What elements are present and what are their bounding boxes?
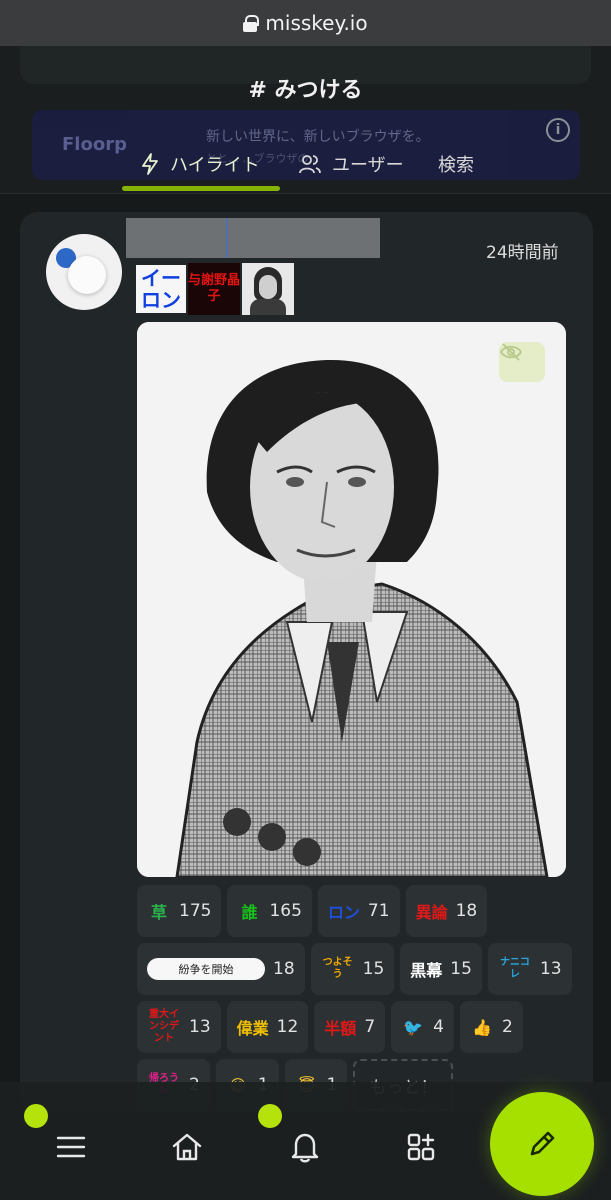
info-icon[interactable]: i xyxy=(546,118,570,142)
reaction-button[interactable]: 異論 18 xyxy=(405,885,488,937)
reaction-button[interactable]: 草 175 xyxy=(137,885,222,937)
reaction-emoji: ナニコレ xyxy=(499,957,530,980)
reaction-button[interactable]: ナニコレ 13 xyxy=(487,943,572,995)
users-icon xyxy=(299,155,321,174)
reaction-count: 71 xyxy=(367,901,390,921)
avatar[interactable] xyxy=(46,234,122,310)
avatar-face xyxy=(68,256,106,294)
menu-icon xyxy=(56,1136,86,1158)
note-timestamp[interactable]: 24時間前 xyxy=(486,238,559,263)
menu-notification-dot xyxy=(24,1104,48,1128)
notifications-button[interactable] xyxy=(278,1120,332,1174)
reaction-count: 13 xyxy=(539,959,562,979)
reaction-count: 7 xyxy=(364,1017,376,1037)
note-image[interactable] xyxy=(137,322,566,877)
reaction-emoji: 異論 xyxy=(415,903,448,922)
widgets-icon xyxy=(407,1133,435,1161)
reaction-button[interactable]: 👍 2 xyxy=(459,1001,523,1053)
bell-icon xyxy=(291,1133,319,1163)
eye-off-icon xyxy=(499,343,523,361)
banner-text: 新しい世界に、新しいブラウザを。 xyxy=(206,129,430,145)
pencil-icon xyxy=(530,1131,555,1156)
custom-emoji-title: 与謝野晶子 xyxy=(188,263,240,315)
note-text-emojis: イーロン 与謝野晶子 xyxy=(136,262,294,316)
reaction-emoji: 誰 xyxy=(241,903,258,922)
tab-bar: ハイライト ユーザー 検索 xyxy=(0,144,611,192)
widgets-button[interactable] xyxy=(394,1120,448,1174)
reaction-emoji: つよそう xyxy=(322,957,353,980)
reaction-button[interactable]: 🐦 4 xyxy=(391,1001,454,1053)
lock-icon xyxy=(243,15,260,32)
note-card[interactable]: 24時間前 イーロン 与謝野晶子 草 175 誰 165 ロン 71 異論 18… xyxy=(20,212,593,1112)
reaction-button[interactable]: ロン 71 xyxy=(317,885,400,937)
reaction-button[interactable]: 偉業 12 xyxy=(226,1001,309,1053)
reaction-emoji: 🐦 xyxy=(403,1017,424,1037)
reaction-count: 13 xyxy=(189,1017,211,1037)
reaction-count: 15 xyxy=(362,959,385,979)
reaction-count: 12 xyxy=(276,1017,299,1037)
browser-url-bar[interactable]: misskey.io xyxy=(0,0,611,46)
reaction-button[interactable]: つよそう 15 xyxy=(310,943,395,995)
reaction-button[interactable]: 半額 7 xyxy=(314,1001,386,1053)
tab-users[interactable]: ユーザー xyxy=(298,144,404,184)
reaction-button[interactable]: 誰 165 xyxy=(227,885,312,937)
reaction-button[interactable]: 紛争を開始 18 xyxy=(137,943,305,995)
menu-button[interactable] xyxy=(44,1120,98,1174)
portrait-sketch xyxy=(137,322,566,877)
custom-emoji-name: イーロン xyxy=(136,265,186,313)
custom-emoji-portrait xyxy=(242,263,294,315)
reaction-count: 4 xyxy=(433,1017,444,1037)
tab-label: ハイライト xyxy=(170,155,260,176)
url-text: misskey.io xyxy=(265,11,368,35)
notification-dot xyxy=(258,1104,282,1128)
reaction-count: 18 xyxy=(273,959,295,979)
active-tab-indicator xyxy=(122,186,280,191)
reaction-emoji: ロン xyxy=(327,903,360,922)
home-icon xyxy=(172,1133,202,1161)
tab-highlight[interactable]: ハイライト xyxy=(140,144,260,184)
reaction-emoji: 半額 xyxy=(324,1019,357,1038)
compose-button[interactable] xyxy=(490,1092,594,1196)
page-title: # みつける xyxy=(248,78,363,103)
reaction-emoji: 草 xyxy=(150,903,167,922)
reaction-count: 2 xyxy=(501,1017,513,1037)
reaction-button[interactable]: 重大インシデント 13 xyxy=(137,1001,221,1053)
reaction-count: 165 xyxy=(269,901,302,921)
reaction-emoji: 👍 xyxy=(472,1017,492,1037)
hide-media-button[interactable] xyxy=(499,342,545,382)
home-button[interactable] xyxy=(160,1120,214,1174)
reaction-emoji: 偉業 xyxy=(236,1019,269,1038)
tab-search[interactable]: 検索 xyxy=(438,144,474,184)
tab-label: 検索 xyxy=(438,155,474,176)
redacted-username[interactable] xyxy=(126,218,380,258)
tab-label: ユーザー xyxy=(332,155,404,176)
reaction-count: 175 xyxy=(179,901,212,921)
reaction-button[interactable]: 黒幕 15 xyxy=(400,943,482,995)
bolt-icon xyxy=(142,153,158,175)
reaction-count: 18 xyxy=(455,901,478,921)
reaction-emoji: 黒幕 xyxy=(410,961,443,980)
page-header: # みつける Floorp 新しい世界に、新しいブラウザを。 とと… …ブラウザ… xyxy=(0,46,611,194)
reaction-count: 15 xyxy=(450,959,472,979)
reaction-emoji: 紛争を開始 xyxy=(147,958,265,980)
reaction-emoji: 重大インシデント xyxy=(149,1009,179,1044)
reaction-list: 草 175 誰 165 ロン 71 異論 18 紛争を開始 18 つよそう 15 黒幕 15 ナニコレ 13 重… xyxy=(137,885,577,1111)
